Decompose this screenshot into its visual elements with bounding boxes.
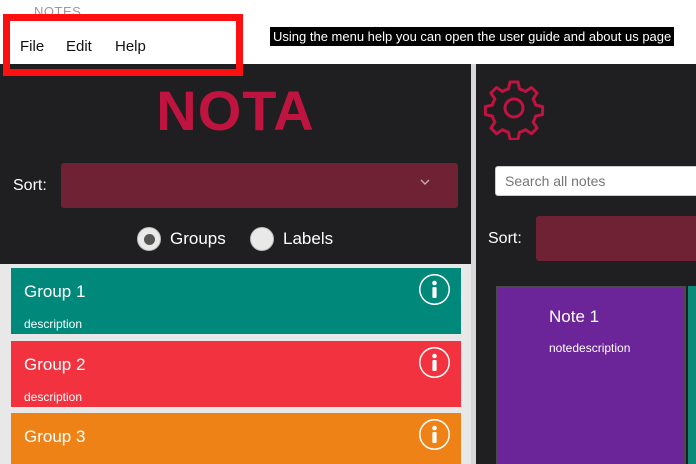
notes-panel: Sort: Note 1 notedescription: [476, 64, 696, 464]
radio-groups[interactable]: Groups: [137, 226, 226, 252]
group-title: Group 2: [24, 355, 86, 374]
note-description: notedescription: [549, 341, 631, 355]
group-card[interactable]: Group 1 description: [11, 268, 461, 334]
group-description: description: [24, 317, 83, 331]
group-list: Group 1 description Group 2 description …: [0, 264, 471, 464]
radio-groups-button[interactable]: [137, 227, 161, 251]
window-title: NOTES: [34, 4, 82, 19]
info-icon[interactable]: [419, 347, 450, 378]
sort-dropdown[interactable]: [61, 163, 458, 208]
note-card-next[interactable]: [688, 286, 696, 464]
group-title: Group 3: [24, 427, 86, 446]
search-input[interactable]: [495, 166, 696, 196]
radio-labels-label: Labels: [283, 229, 334, 248]
radio-groups-label: Groups: [170, 229, 226, 248]
group-description: description: [24, 390, 83, 404]
menu-edit[interactable]: Edit: [66, 38, 92, 55]
radio-labels[interactable]: Labels: [250, 226, 333, 252]
info-icon[interactable]: [419, 419, 450, 450]
notes-sort-label: Sort:: [488, 230, 522, 247]
title-bar: NOTES: [0, 0, 696, 22]
group-card[interactable]: Group 3 description: [11, 413, 461, 464]
chevron-down-icon: [420, 177, 430, 187]
sort-label: Sort:: [13, 177, 47, 194]
notes-sort-dropdown[interactable]: [536, 216, 696, 261]
app-logo: NOTA: [156, 79, 315, 142]
radio-labels-button[interactable]: [250, 227, 274, 251]
group-title: Group 1: [24, 282, 86, 301]
annotation-caption: Using the menu help you can open the use…: [270, 27, 675, 46]
notes-window: NOTES File Edit Help NOTA Sort: Groups L…: [0, 0, 696, 464]
note-title: Note 1: [549, 307, 600, 326]
menu-help[interactable]: Help: [115, 38, 146, 55]
menu-file[interactable]: File: [20, 38, 44, 55]
note-card[interactable]: Note 1 notedescription: [496, 286, 686, 464]
gear-icon[interactable]: [482, 76, 546, 141]
groups-panel: NOTA Sort: Groups Labels Group 1 descrip…: [0, 64, 471, 464]
info-icon[interactable]: [419, 274, 450, 305]
group-card[interactable]: Group 2 description: [11, 341, 461, 407]
